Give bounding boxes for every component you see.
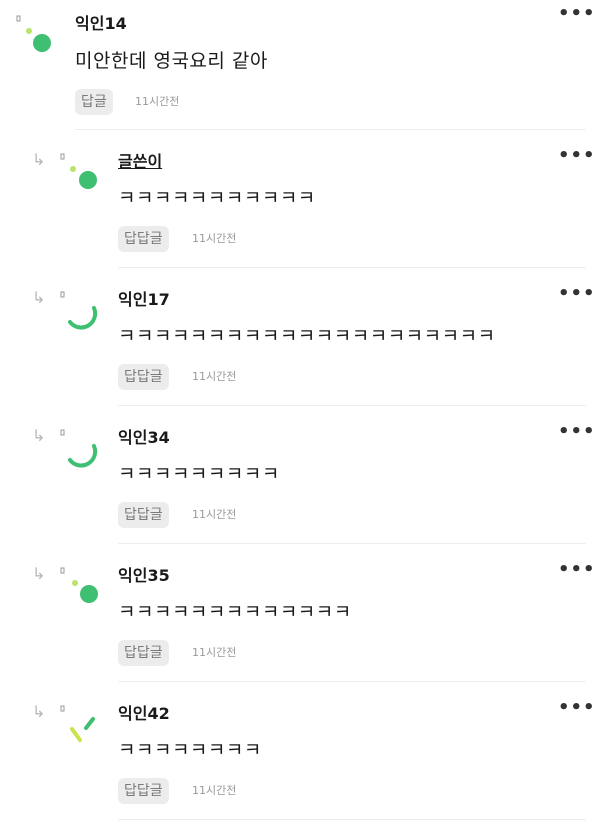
comment: 익인14 ••• 미안한데 영국요리 같아 답글 11시간전 bbox=[0, 0, 600, 130]
reply-comment: ↳ 익인42 ••• ㅋㅋㅋㅋㅋㅋㅋㅋ 답답글 11시간전 bbox=[0, 690, 600, 830]
more-options-button[interactable]: ••• bbox=[558, 561, 595, 579]
comment-time: 11시간전 bbox=[192, 646, 237, 659]
divider bbox=[118, 267, 586, 268]
divider bbox=[118, 819, 586, 820]
reply-arrow-icon: ↳ bbox=[32, 564, 46, 583]
green-dot-avatar-icon[interactable] bbox=[16, 14, 56, 54]
divider bbox=[75, 129, 586, 130]
more-options-button[interactable]: ••• bbox=[558, 699, 595, 717]
comment-author[interactable]: 글쓴이 bbox=[118, 152, 162, 172]
more-options-button[interactable]: ••• bbox=[558, 5, 595, 23]
green-arc-avatar-icon[interactable] bbox=[60, 290, 100, 330]
more-options-button[interactable]: ••• bbox=[558, 423, 595, 441]
green-dot-avatar-icon[interactable] bbox=[60, 566, 100, 606]
comment-author[interactable]: 익인35 bbox=[118, 566, 170, 586]
reply-arrow-icon: ↳ bbox=[32, 288, 46, 307]
comment-body: ㅋㅋㅋㅋㅋㅋㅋㅋㅋㅋㅋㅋㅋㅋㅋㅋㅋㅋㅋㅋㅋ bbox=[118, 325, 496, 347]
lime-sticks-avatar-icon[interactable] bbox=[60, 704, 100, 744]
green-dot-avatar-icon[interactable] bbox=[60, 152, 100, 192]
reply-arrow-icon: ↳ bbox=[32, 426, 46, 445]
comment-body: ㅋㅋㅋㅋㅋㅋㅋㅋㅋㅋㅋ bbox=[118, 187, 316, 209]
comment-body: ㅋㅋㅋㅋㅋㅋㅋㅋ bbox=[118, 739, 262, 761]
green-arc-avatar-icon[interactable] bbox=[60, 428, 100, 468]
divider bbox=[118, 681, 586, 682]
reply-button[interactable]: 답답글 bbox=[118, 364, 169, 390]
reply-comment: ↳ 익인17 ••• ㅋㅋㅋㅋㅋㅋㅋㅋㅋㅋㅋㅋㅋㅋㅋㅋㅋㅋㅋㅋㅋ 답답글 11시… bbox=[0, 276, 600, 406]
reply-button[interactable]: 답답글 bbox=[118, 778, 169, 804]
reply-comment: ↳ 글쓴이 ••• ㅋㅋㅋㅋㅋㅋㅋㅋㅋㅋㅋ 답답글 11시간전 bbox=[0, 138, 600, 268]
reply-button[interactable]: 답글 bbox=[75, 89, 113, 115]
comment-time: 11시간전 bbox=[192, 784, 237, 797]
divider bbox=[118, 543, 586, 544]
reply-comment: ↳ 익인34 ••• ㅋㅋㅋㅋㅋㅋㅋㅋㅋ 답답글 11시간전 bbox=[0, 414, 600, 544]
reply-button[interactable]: 답답글 bbox=[118, 226, 169, 252]
more-options-button[interactable]: ••• bbox=[558, 285, 595, 303]
comment-body: ㅋㅋㅋㅋㅋㅋㅋㅋㅋㅋㅋㅋㅋ bbox=[118, 601, 352, 623]
comment-author[interactable]: 익인34 bbox=[118, 428, 170, 448]
reply-arrow-icon: ↳ bbox=[32, 702, 46, 721]
comment-time: 11시간전 bbox=[192, 508, 237, 521]
comment-time: 11시간전 bbox=[192, 232, 237, 245]
comment-body: 미안한데 영국요리 같아 bbox=[75, 50, 268, 72]
comment-body: ㅋㅋㅋㅋㅋㅋㅋㅋㅋ bbox=[118, 463, 280, 485]
comment-time: 11시간전 bbox=[135, 95, 180, 108]
more-options-button[interactable]: ••• bbox=[558, 147, 595, 165]
reply-button[interactable]: 답답글 bbox=[118, 640, 169, 666]
divider bbox=[118, 405, 586, 406]
comment-time: 11시간전 bbox=[192, 370, 237, 383]
comment-author[interactable]: 익인17 bbox=[118, 290, 170, 310]
reply-button[interactable]: 답답글 bbox=[118, 502, 169, 528]
reply-comment: ↳ 익인35 ••• ㅋㅋㅋㅋㅋㅋㅋㅋㅋㅋㅋㅋㅋ 답답글 11시간전 bbox=[0, 552, 600, 682]
reply-arrow-icon: ↳ bbox=[32, 150, 46, 169]
comment-author[interactable]: 익인42 bbox=[118, 704, 170, 724]
comment-author[interactable]: 익인14 bbox=[75, 14, 127, 34]
